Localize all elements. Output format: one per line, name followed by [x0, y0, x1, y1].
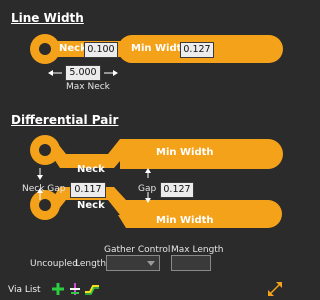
max-length-input[interactable]: [171, 255, 211, 271]
via-trace-icon[interactable]: [85, 283, 99, 295]
diff-pair-title: Differential Pair: [11, 113, 119, 127]
length-label: Length: [75, 259, 107, 269]
bottom-pad-hole: [39, 199, 51, 211]
uncoupled-label: Uncoupled: [30, 259, 78, 269]
neck-gap-label: Neck Gap: [22, 184, 66, 194]
diff-min-width-label-bottom: Min Width: [156, 215, 214, 226]
neck-gap-input[interactable]: 0.117: [70, 182, 106, 198]
diff-pair-diagram: [30, 135, 283, 228]
max-neck-input[interactable]: 5.000: [65, 65, 101, 81]
expand-icon[interactable]: [268, 282, 282, 296]
diff-min-width-label-top: Min Width: [156, 147, 214, 158]
diff-neck-label-bottom: Neck: [77, 200, 105, 211]
arrow-right-icon: [113, 70, 118, 76]
add-via-icon[interactable]: [52, 283, 64, 295]
gap-input[interactable]: 0.127: [160, 182, 194, 198]
gather-control-label: Gather Control: [104, 245, 171, 255]
gap-label: Gap: [138, 184, 157, 194]
max-neck-label: Max Neck: [66, 82, 110, 92]
line-width-title: Line Width: [11, 11, 84, 25]
chevron-down-icon: [147, 261, 155, 266]
diff-neck-label-top: Neck: [77, 164, 105, 175]
top-pad-hole: [39, 144, 51, 156]
neck-label: Neck: [59, 43, 87, 54]
gather-control-select[interactable]: [106, 255, 160, 271]
via-list-label: Via List: [8, 285, 41, 295]
max-length-label: Max Length: [171, 245, 224, 255]
via-stack-icon[interactable]: [69, 283, 81, 295]
min-width-input[interactable]: 0.127: [180, 42, 214, 58]
pad-hole: [39, 43, 51, 55]
arrow-left-icon: [48, 70, 53, 76]
neck-width-input[interactable]: 0.100: [84, 42, 118, 58]
